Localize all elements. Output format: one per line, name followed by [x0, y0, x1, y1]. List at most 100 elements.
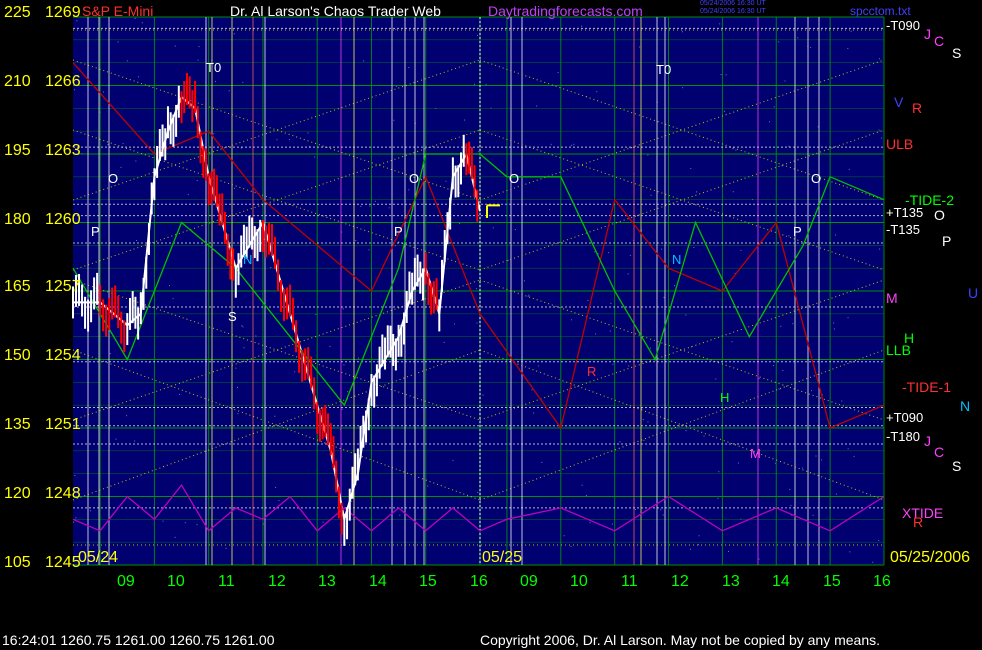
n-marker: N [243, 252, 253, 267]
star-dot [307, 132, 309, 134]
star-dot [781, 165, 783, 167]
star-dot [801, 467, 803, 469]
star-dot [115, 438, 117, 440]
x-tick-label: 11 [621, 573, 638, 590]
star-dot [650, 347, 652, 349]
star-dot [274, 415, 276, 417]
star-dot [811, 390, 813, 392]
y-price-label: 1263 [45, 142, 81, 159]
star-dot [126, 60, 128, 62]
star-dot [627, 273, 629, 275]
y-alt-label: 195 [4, 142, 31, 159]
star-dot [393, 119, 395, 121]
star-dot [408, 189, 410, 191]
star-dot [242, 326, 244, 328]
star-dot [594, 251, 596, 253]
star-dot [369, 205, 371, 207]
star-dot [821, 459, 823, 461]
star-dot [358, 357, 360, 359]
star-dot [595, 333, 597, 335]
star-dot [492, 227, 494, 229]
star-dot [541, 461, 543, 463]
star-dot [141, 22, 143, 24]
star-dot [241, 325, 243, 327]
star-dot [596, 91, 598, 93]
m-marker: M [750, 446, 761, 461]
star-dot [607, 252, 609, 254]
t0-marker: T0 [656, 62, 672, 77]
star-dot [687, 215, 689, 217]
star-dot [355, 240, 357, 242]
star-dot [628, 365, 630, 367]
planet-label: U [968, 285, 979, 301]
star-dot [611, 523, 613, 525]
star-dot [527, 295, 529, 297]
star-dot [815, 455, 817, 457]
star-dot [833, 328, 835, 330]
star-dot [693, 246, 695, 248]
star-dot [662, 514, 664, 516]
star-dot [75, 517, 77, 519]
y-price-label: 1260 [45, 211, 81, 228]
star-dot [697, 544, 699, 546]
x-tick-label: 13 [722, 573, 740, 590]
y-price-label: 1254 [45, 347, 81, 364]
y-price-label: 1245 [45, 554, 81, 571]
x-tick-label: 16 [873, 573, 891, 590]
t0-marker: T0 [206, 60, 222, 75]
star-dot [485, 83, 487, 85]
star-dot [735, 149, 737, 151]
star-dot [343, 364, 345, 366]
star-dot [732, 191, 734, 193]
star-dot [134, 440, 136, 442]
planet-label: J [924, 26, 931, 42]
star-dot [187, 194, 189, 196]
star-dot [107, 144, 109, 146]
star-dot [395, 28, 397, 30]
star-dot [482, 394, 484, 396]
star-dot [878, 58, 880, 60]
star-dot [236, 386, 238, 388]
star-dot [853, 455, 855, 457]
planet-label: R [913, 514, 924, 530]
star-dot [585, 494, 587, 496]
star-dot [162, 520, 164, 522]
star-dot [363, 60, 365, 62]
star-dot [878, 539, 880, 541]
star-dot [581, 484, 583, 486]
y-price-label: 1269 [45, 4, 81, 21]
star-dot [789, 489, 791, 491]
x-tick-label: 09 [520, 573, 538, 590]
star-dot [237, 413, 239, 415]
x-tick-label: 10 [167, 573, 185, 590]
planet-label: S [952, 458, 962, 474]
star-dot [773, 106, 775, 108]
chart-root: S&P E-Mini Dr. Al Larson's Chaos Trader … [0, 0, 982, 650]
star-dot [643, 439, 645, 441]
x-tick-label: 11 [218, 573, 235, 590]
y-alt-label: 210 [4, 73, 31, 90]
star-dot [587, 299, 589, 301]
star-dot [172, 298, 174, 300]
site-link[interactable]: Daytradingforecasts.com [488, 3, 643, 19]
star-dot [647, 421, 649, 423]
star-dot [833, 322, 835, 324]
star-dot [524, 280, 526, 282]
star-dot [689, 548, 691, 550]
x-tick-label: 12 [268, 573, 286, 590]
star-dot [570, 319, 572, 321]
star-dot [650, 194, 652, 196]
planet-label: J [924, 433, 931, 449]
y-alt-label: 105 [4, 554, 31, 571]
star-dot [685, 314, 687, 316]
star-dot [725, 74, 727, 76]
star-dot [581, 25, 583, 27]
planet-label: H [904, 330, 915, 346]
star-dot [792, 323, 794, 325]
planet-label: C [934, 33, 945, 49]
star-dot [179, 393, 181, 395]
timestamp-line-2: 05/24/2006 16:30 UT [700, 8, 766, 15]
star-dot [347, 391, 349, 393]
star-dot [610, 302, 612, 304]
star-dot [169, 285, 171, 287]
